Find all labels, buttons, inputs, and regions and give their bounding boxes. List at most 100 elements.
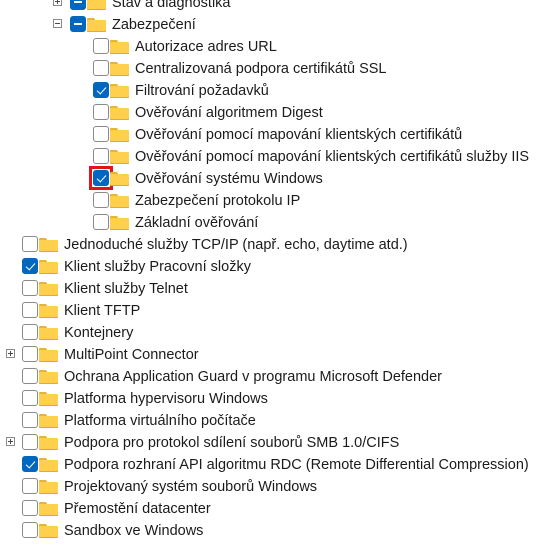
feature-row[interactable]: Klient TFTP <box>0 300 543 322</box>
folder-icon <box>110 150 129 164</box>
folder-icon <box>110 172 129 186</box>
feature-label: Klient služby Telnet <box>64 281 188 297</box>
feature-label: Filtrování požadavků <box>135 83 269 99</box>
feature-checkbox[interactable] <box>22 434 38 450</box>
feature-checkbox[interactable] <box>93 148 109 164</box>
feature-row[interactable]: Ověřování algoritmem Digest <box>0 102 543 124</box>
folder-icon <box>110 216 129 230</box>
feature-checkbox[interactable] <box>70 16 86 32</box>
feature-checkbox[interactable] <box>93 192 109 208</box>
feature-checkbox[interactable] <box>93 38 109 54</box>
folder-icon <box>87 0 106 10</box>
feature-checkbox[interactable] <box>93 82 109 98</box>
feature-row[interactable]: Klient služby Pracovní složky <box>0 256 543 278</box>
feature-checkbox[interactable] <box>22 456 38 472</box>
feature-row[interactable]: Základní ověřování <box>0 212 543 234</box>
feature-row[interactable]: Ověřování pomocí mapování klientských ce… <box>0 146 543 168</box>
feature-checkbox[interactable] <box>22 390 38 406</box>
feature-row[interactable]: Stav a diagnostika <box>0 0 543 14</box>
expand-plus-icon[interactable] <box>6 437 15 446</box>
feature-label: Sandbox ve Windows <box>64 523 204 539</box>
feature-label: Stav a diagnostika <box>112 0 231 11</box>
feature-checkbox[interactable] <box>22 412 38 428</box>
feature-checkbox[interactable] <box>22 478 38 494</box>
feature-row[interactable]: Přemostění datacenter <box>0 498 543 520</box>
collapse-minus-icon[interactable] <box>53 19 62 28</box>
folder-icon <box>39 458 58 472</box>
feature-row[interactable]: Filtrování požadavků <box>0 80 543 102</box>
folder-icon <box>39 480 58 494</box>
feature-label: Podpora rozhraní API algoritmu RDC (Remo… <box>64 457 529 473</box>
folder-icon <box>39 414 58 428</box>
feature-row[interactable]: Ověřování pomocí mapování klientských ce… <box>0 124 543 146</box>
feature-row[interactable]: Ověřování systému Windows <box>0 166 543 190</box>
feature-checkbox[interactable] <box>22 368 38 384</box>
folder-icon <box>110 106 129 120</box>
feature-row[interactable]: Zabezpečení <box>0 14 543 36</box>
feature-label: Centralizovaná podpora certifikátů SSL <box>135 61 387 77</box>
feature-label: Zabezpečení protokolu IP <box>135 193 301 209</box>
feature-row[interactable]: Autorizace adres URL <box>0 36 543 58</box>
feature-checkbox[interactable] <box>93 214 109 230</box>
folder-icon <box>110 62 129 76</box>
feature-label: Ověřování pomocí mapování klientských ce… <box>135 149 530 165</box>
expand-plus-icon[interactable] <box>6 349 15 358</box>
feature-label: Ověřování systému Windows <box>135 171 323 187</box>
folder-icon <box>110 84 129 98</box>
folder-icon <box>39 282 58 296</box>
feature-row[interactable]: Sandbox ve Windows <box>0 520 543 542</box>
feature-checkbox[interactable] <box>22 346 38 362</box>
feature-label: Autorizace adres URL <box>135 39 277 55</box>
feature-row[interactable]: Platforma virtuálního počítače <box>0 410 543 432</box>
feature-row[interactable]: Platforma hypervisoru Windows <box>0 388 543 410</box>
feature-label: MultiPoint Connector <box>64 347 199 363</box>
feature-row[interactable]: Zabezpečení protokolu IP <box>0 190 543 212</box>
feature-checkbox[interactable] <box>70 0 86 10</box>
folder-icon <box>39 436 58 450</box>
feature-checkbox[interactable] <box>22 522 38 538</box>
feature-label: Zabezpečení <box>112 17 196 33</box>
feature-label: Klient služby Pracovní složky <box>64 259 251 275</box>
feature-checkbox[interactable] <box>22 302 38 318</box>
feature-row[interactable]: MultiPoint Connector <box>0 344 543 366</box>
folder-icon <box>39 370 58 384</box>
folder-icon <box>110 128 129 142</box>
feature-checkbox[interactable] <box>22 500 38 516</box>
feature-label: Přemostění datacenter <box>64 501 211 517</box>
feature-label: Kontejnery <box>64 325 134 341</box>
folder-icon <box>39 348 58 362</box>
feature-checkbox[interactable] <box>22 258 38 274</box>
feature-label: Platforma hypervisoru Windows <box>64 391 268 407</box>
feature-row[interactable]: Jednoduché služby TCP/IP (např. echo, da… <box>0 234 543 256</box>
feature-label: Jednoduché služby TCP/IP (např. echo, da… <box>64 237 408 253</box>
feature-row[interactable]: Projektovaný systém souborů Windows <box>0 476 543 498</box>
folder-icon <box>39 524 58 538</box>
feature-checkbox[interactable] <box>22 280 38 296</box>
feature-label: Ověřování algoritmem Digest <box>135 105 323 121</box>
expand-plus-icon[interactable] <box>53 0 62 6</box>
folder-icon <box>39 238 58 252</box>
feature-checkbox[interactable] <box>93 104 109 120</box>
feature-row[interactable]: Podpora pro protokol sdílení souborů SMB… <box>0 432 543 454</box>
feature-checkbox[interactable] <box>93 126 109 142</box>
feature-row[interactable]: Klient služby Telnet <box>0 278 543 300</box>
feature-checkbox[interactable] <box>22 236 38 252</box>
feature-row[interactable]: Ochrana Application Guard v programu Mic… <box>0 366 543 388</box>
feature-label: Základní ověřování <box>135 215 259 231</box>
feature-checkbox[interactable] <box>93 170 109 186</box>
feature-row[interactable]: Centralizovaná podpora certifikátů SSL <box>0 58 543 80</box>
feature-row[interactable]: Podpora rozhraní API algoritmu RDC (Remo… <box>0 454 543 476</box>
folder-icon <box>87 18 106 32</box>
feature-label: Ochrana Application Guard v programu Mic… <box>64 369 442 385</box>
feature-checkbox[interactable] <box>93 60 109 76</box>
feature-label: Ověřování pomocí mapování klientských ce… <box>135 127 463 143</box>
feature-checkbox[interactable] <box>22 324 38 340</box>
folder-icon <box>110 40 129 54</box>
folder-icon <box>39 326 58 340</box>
feature-row[interactable]: Kontejnery <box>0 322 543 344</box>
folder-icon <box>39 304 58 318</box>
folder-icon <box>39 502 58 516</box>
feature-label: Projektovaný systém souborů Windows <box>64 479 318 495</box>
feature-label: Klient TFTP <box>64 303 141 319</box>
folder-icon <box>39 392 58 406</box>
